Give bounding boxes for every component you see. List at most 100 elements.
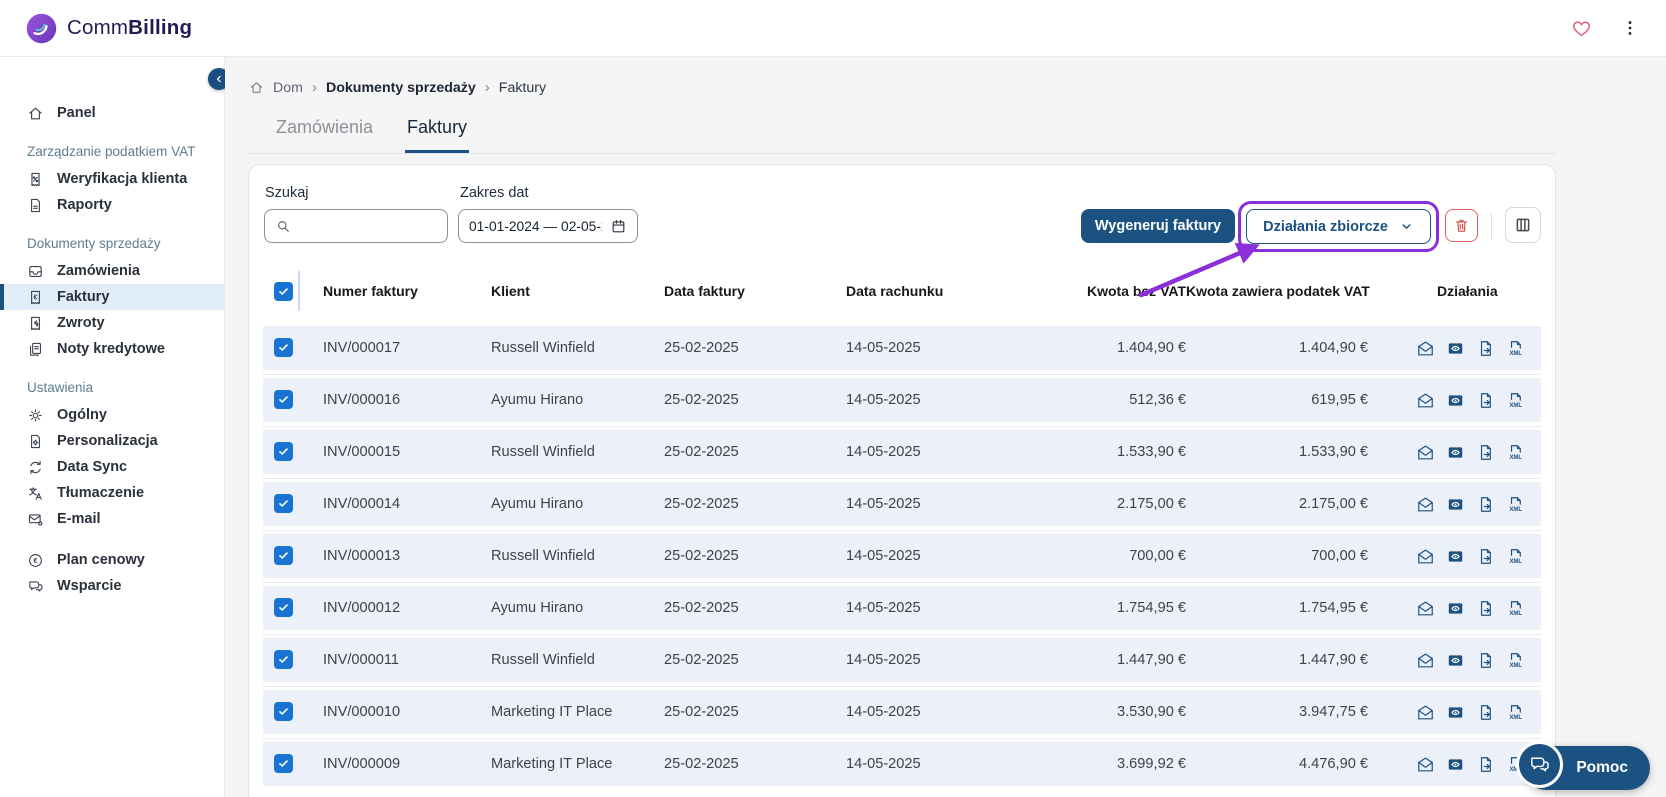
row-checkbox[interactable]	[274, 338, 293, 357]
export-document-icon[interactable]	[1476, 339, 1495, 358]
breadcrumb-home[interactable]: Dom	[273, 80, 303, 96]
delete-selected-button[interactable]	[1445, 209, 1478, 242]
row-checkbox[interactable]	[274, 390, 293, 409]
sidebar-item-support[interactable]: Wsparcie	[0, 573, 224, 599]
invoice-table-header: Numer faktury Klient Data faktury Data r…	[263, 265, 1541, 317]
client-cell: Russell Winfield	[491, 652, 664, 668]
row-select-cell	[263, 338, 323, 358]
euro-circle-icon	[27, 552, 44, 569]
row-checkbox[interactable]	[274, 702, 293, 721]
chevron-left-icon	[213, 73, 225, 85]
download-xml-icon[interactable]	[1506, 651, 1525, 670]
sidebar-item-reports[interactable]: Raporty	[0, 192, 224, 218]
export-document-icon[interactable]	[1476, 651, 1495, 670]
select-all-checkbox[interactable]	[274, 282, 293, 301]
sidebar-item-translation[interactable]: Tłumaczenie	[0, 480, 224, 506]
preview-invoice-icon[interactable]	[1446, 547, 1465, 566]
sidebar-item-panel[interactable]: Panel	[0, 100, 224, 126]
preview-invoice-icon[interactable]	[1446, 443, 1465, 462]
search-input[interactable]	[299, 218, 437, 234]
sidebar-item-label: Tłumaczenie	[57, 485, 144, 501]
client-cell: Russell Winfield	[491, 444, 664, 460]
sidebar-item-returns[interactable]: Zwroty	[0, 310, 224, 336]
download-xml-icon[interactable]	[1506, 703, 1525, 722]
export-document-icon[interactable]	[1476, 391, 1495, 410]
help-button[interactable]: Pomoc	[1524, 746, 1650, 790]
send-email-icon[interactable]	[1416, 703, 1435, 722]
send-email-icon[interactable]	[1416, 651, 1435, 670]
table-row: INV/000014 Ayumu Hirano 25-02-2025 14-05…	[263, 482, 1541, 526]
sidebar-item-orders[interactable]: Zamówienia	[0, 258, 224, 284]
client-cell: Russell Winfield	[491, 548, 664, 564]
send-email-icon[interactable]	[1416, 547, 1435, 566]
preview-invoice-icon[interactable]	[1446, 703, 1465, 722]
row-actions-cell	[1368, 547, 1541, 566]
sidebar-item-data-sync[interactable]: Data Sync	[0, 454, 224, 480]
net-amount-cell: 2.175,00 €	[996, 496, 1186, 512]
toolbar-divider	[1491, 213, 1492, 239]
row-checkbox[interactable]	[274, 546, 293, 565]
column-settings-button[interactable]	[1505, 207, 1541, 243]
sidebar-item-credit-notes[interactable]: Noty kredytowe	[0, 336, 224, 362]
export-document-icon[interactable]	[1476, 755, 1495, 774]
bulk-actions-button[interactable]: Działania zbiorcze	[1246, 209, 1431, 244]
preview-invoice-icon[interactable]	[1446, 495, 1465, 514]
column-header-net: Kwota bez VAT	[996, 283, 1186, 299]
download-xml-icon[interactable]	[1506, 495, 1525, 514]
export-document-icon[interactable]	[1476, 443, 1495, 462]
row-actions-cell	[1368, 339, 1541, 358]
client-cell: Marketing IT Place	[491, 756, 664, 772]
sidebar-item-label: Data Sync	[57, 459, 127, 475]
invoice-date-cell: 25-02-2025	[664, 340, 846, 356]
date-range-input[interactable]: 01-01-2024 — 02-05-202	[458, 209, 638, 243]
sidebar-item-client-verification[interactable]: Weryfikacja klienta	[0, 166, 224, 192]
breadcrumb-sales-documents[interactable]: Dokumenty sprzedaży	[326, 80, 476, 96]
sidebar-item-label: Noty kredytowe	[57, 341, 165, 357]
row-checkbox[interactable]	[274, 442, 293, 461]
download-xml-icon[interactable]	[1506, 443, 1525, 462]
breadcrumb-invoices[interactable]: Faktury	[499, 80, 546, 96]
preview-invoice-icon[interactable]	[1446, 599, 1465, 618]
download-xml-icon[interactable]	[1506, 599, 1525, 618]
export-document-icon[interactable]	[1476, 547, 1495, 566]
invoice-number-cell: INV/000017	[323, 340, 491, 356]
preview-invoice-icon[interactable]	[1446, 339, 1465, 358]
send-email-icon[interactable]	[1416, 755, 1435, 774]
send-email-icon[interactable]	[1416, 443, 1435, 462]
export-document-icon[interactable]	[1476, 599, 1495, 618]
row-checkbox[interactable]	[274, 494, 293, 513]
send-email-icon[interactable]	[1416, 339, 1435, 358]
send-email-icon[interactable]	[1416, 495, 1435, 514]
download-xml-icon[interactable]	[1506, 391, 1525, 410]
sidebar-item-invoices[interactable]: Faktury	[0, 284, 224, 310]
row-checkbox[interactable]	[274, 650, 293, 669]
invoice-number-cell: INV/000014	[323, 496, 491, 512]
export-document-icon[interactable]	[1476, 703, 1495, 722]
sidebar-item-pricing-plan[interactable]: Plan cenowy	[0, 547, 224, 573]
download-xml-icon[interactable]	[1506, 339, 1525, 358]
breadcrumb: Dom › Dokumenty sprzedaży › Faktury	[225, 57, 1666, 96]
tab-invoices[interactable]: Faktury	[405, 117, 469, 153]
sidebar-item-personalization[interactable]: Personalizacja	[0, 428, 224, 454]
row-checkbox[interactable]	[274, 754, 293, 773]
preview-invoice-icon[interactable]	[1446, 755, 1465, 774]
overflow-menu-button[interactable]	[1620, 18, 1640, 38]
favorites-button[interactable]	[1571, 18, 1592, 39]
sidebar-item-general[interactable]: Ogólny	[0, 402, 224, 428]
preview-invoice-icon[interactable]	[1446, 651, 1465, 670]
column-header-invoice: Numer faktury	[323, 283, 491, 299]
generate-invoices-button[interactable]: Wygeneruj faktury	[1081, 209, 1235, 243]
breadcrumb-home-icon	[249, 80, 264, 95]
sidebar-item-email[interactable]: E-mail	[0, 506, 224, 532]
tab-orders[interactable]: Zamówienia	[274, 117, 375, 153]
invoice-date-cell: 25-02-2025	[664, 600, 846, 616]
check-icon	[277, 705, 290, 718]
download-xml-icon[interactable]	[1506, 547, 1525, 566]
send-email-icon[interactable]	[1416, 391, 1435, 410]
row-checkbox[interactable]	[274, 598, 293, 617]
preview-invoice-icon[interactable]	[1446, 391, 1465, 410]
brand-logo[interactable]: CommBilling	[26, 13, 192, 44]
export-document-icon[interactable]	[1476, 495, 1495, 514]
send-email-icon[interactable]	[1416, 599, 1435, 618]
row-actions-cell	[1368, 755, 1541, 774]
